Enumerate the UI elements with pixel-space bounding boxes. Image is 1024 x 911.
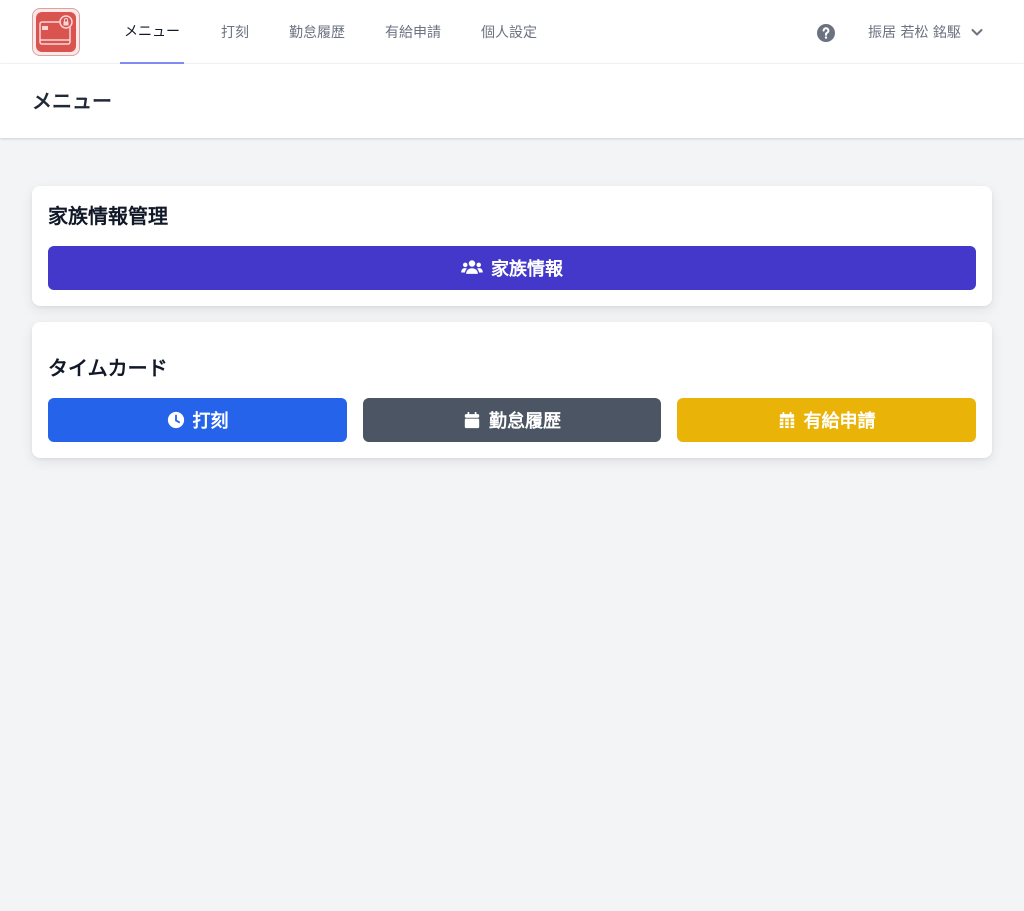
top-navigation: メニュー 打刻 勤怠履歴 有給申請 個人設定 振居 若松 銘駆	[0, 0, 1024, 64]
calendar-icon	[464, 411, 480, 429]
chevron-down-icon	[971, 29, 983, 36]
nav-item-label: 勤怠履歴	[289, 25, 345, 41]
users-icon	[461, 260, 483, 274]
paid-leave-button[interactable]: 有給申請	[677, 398, 976, 442]
nav-item-label: 有給申請	[385, 25, 441, 41]
user-menu[interactable]: 振居 若松 銘駆	[868, 0, 985, 64]
clock-in-button-label: 打刻	[192, 411, 229, 432]
family-info-card: 家族情報管理 家族情報	[32, 186, 992, 306]
app-logo[interactable]	[32, 8, 80, 56]
nav-item-paid-leave[interactable]: 有給申請	[381, 0, 445, 64]
user-name: 振居 若松 銘駆	[868, 25, 961, 41]
timecard-card: タイムカード 打刻 勤怠履歴 有給申請	[32, 322, 992, 458]
card-title: 家族情報管理	[48, 204, 168, 228]
question-circle-icon[interactable]	[816, 23, 836, 43]
attendance-history-button-label: 勤怠履歴	[489, 411, 561, 432]
card-title: タイムカード	[48, 356, 168, 380]
nav-item-attendance-history[interactable]: 勤怠履歴	[285, 0, 349, 64]
page-title: メニュー	[32, 89, 112, 113]
calendar-grid-icon	[779, 411, 794, 429]
nav-item-label: 打刻	[221, 25, 249, 41]
nav-item-personal-settings[interactable]: 個人設定	[477, 0, 541, 64]
attendance-history-button[interactable]: 勤怠履歴	[363, 398, 661, 442]
nav-item-menu[interactable]: メニュー	[120, 0, 184, 64]
paid-leave-button-label: 有給申請	[803, 411, 876, 432]
timecard-lock-logo-icon	[36, 12, 76, 52]
nav-item-label: メニュー	[124, 24, 180, 40]
family-info-button[interactable]: 家族情報	[48, 246, 976, 290]
clock-icon	[167, 411, 184, 429]
nav-item-clock-in[interactable]: 打刻	[217, 0, 253, 64]
clock-in-button[interactable]: 打刻	[48, 398, 347, 442]
nav-item-label: 個人設定	[481, 25, 537, 41]
page-header: メニュー	[0, 64, 1024, 138]
family-info-button-label: 家族情報	[491, 259, 563, 280]
